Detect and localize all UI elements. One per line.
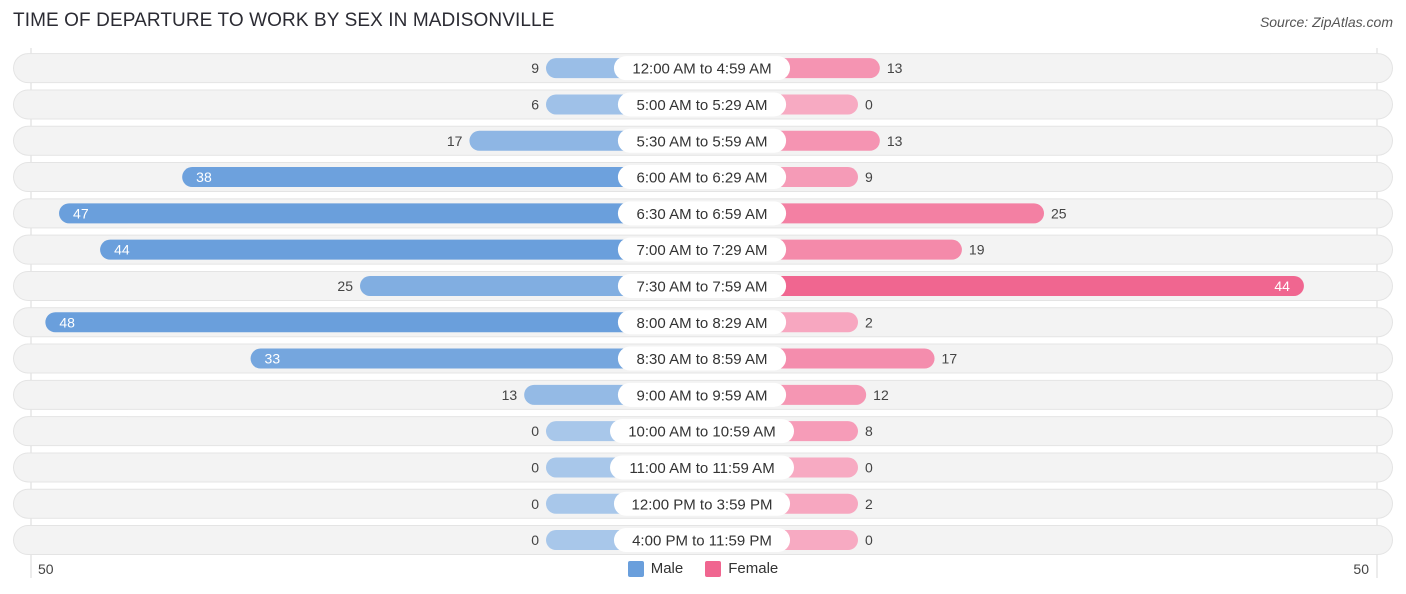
value-label-male: 0 xyxy=(531,496,539,512)
category-label: 12:00 AM to 4:59 AM xyxy=(632,61,771,78)
category-label: 6:30 AM to 6:59 AM xyxy=(637,206,768,223)
value-label-male: 17 xyxy=(447,133,463,149)
category-label: 10:00 AM to 10:59 AM xyxy=(628,424,776,441)
category-label: 7:00 AM to 7:29 AM xyxy=(637,242,768,259)
value-label-male: 0 xyxy=(531,459,539,475)
value-label-male: 38 xyxy=(196,169,212,185)
category-label: 5:30 AM to 5:59 AM xyxy=(637,133,768,150)
legend-swatch-female xyxy=(705,560,722,577)
legend-label-male: Male xyxy=(650,560,684,577)
value-label-female: 2 xyxy=(865,314,873,330)
bar-female xyxy=(702,275,1304,296)
value-label-female: 8 xyxy=(865,423,873,439)
category-label: 8:00 AM to 8:29 AM xyxy=(637,315,768,332)
category-label: 12:00 PM to 3:59 PM xyxy=(632,496,773,513)
category-label: 7:30 AM to 7:59 AM xyxy=(637,278,768,295)
value-label-female: 25 xyxy=(1051,205,1067,221)
category-label: 5:00 AM to 5:29 AM xyxy=(637,97,768,114)
value-label-male: 48 xyxy=(59,314,75,330)
bar-male xyxy=(59,203,703,224)
legend-item-female: Female xyxy=(705,560,778,577)
chart-canvas: 12:00 AM to 4:59 AM 9 13 5:00 AM to 5:29 AM… xyxy=(13,48,1393,578)
value-label-female: 12 xyxy=(873,387,889,403)
bar-male xyxy=(45,312,703,333)
value-label-female: 0 xyxy=(865,96,873,112)
value-label-male: 44 xyxy=(114,242,130,258)
value-label-female: 9 xyxy=(865,169,873,185)
value-label-male: 13 xyxy=(502,387,518,403)
legend-label-female: Female xyxy=(728,560,779,577)
category-label: 4:00 PM to 11:59 PM xyxy=(632,533,772,550)
value-label-female: 44 xyxy=(1274,278,1290,294)
legend-swatch-male xyxy=(627,560,644,577)
value-label-female: 13 xyxy=(887,60,903,76)
value-label-male: 9 xyxy=(531,60,539,76)
value-label-male: 6 xyxy=(531,96,539,112)
value-label-male: 47 xyxy=(73,205,89,221)
value-label-male: 0 xyxy=(531,532,539,548)
bar-male xyxy=(100,239,702,260)
category-label: 11:00 AM to 11:59 AM xyxy=(629,460,774,477)
value-label-female: 2 xyxy=(865,496,873,512)
legend-item-male: Male xyxy=(627,560,684,577)
value-label-female: 17 xyxy=(942,351,958,367)
category-label: 9:00 AM to 9:59 AM xyxy=(637,387,768,404)
value-label-female: 19 xyxy=(969,242,985,258)
category-label: 6:00 AM to 6:29 AM xyxy=(637,170,768,187)
value-label-male: 33 xyxy=(265,351,281,367)
value-label-male: 25 xyxy=(337,278,353,294)
legend: Male Female xyxy=(0,560,1406,577)
value-label-female: 0 xyxy=(865,532,873,548)
category-label: 8:30 AM to 8:59 AM xyxy=(637,351,768,368)
value-label-male: 0 xyxy=(531,423,539,439)
value-label-female: 0 xyxy=(865,459,873,475)
value-label-female: 13 xyxy=(887,133,903,149)
